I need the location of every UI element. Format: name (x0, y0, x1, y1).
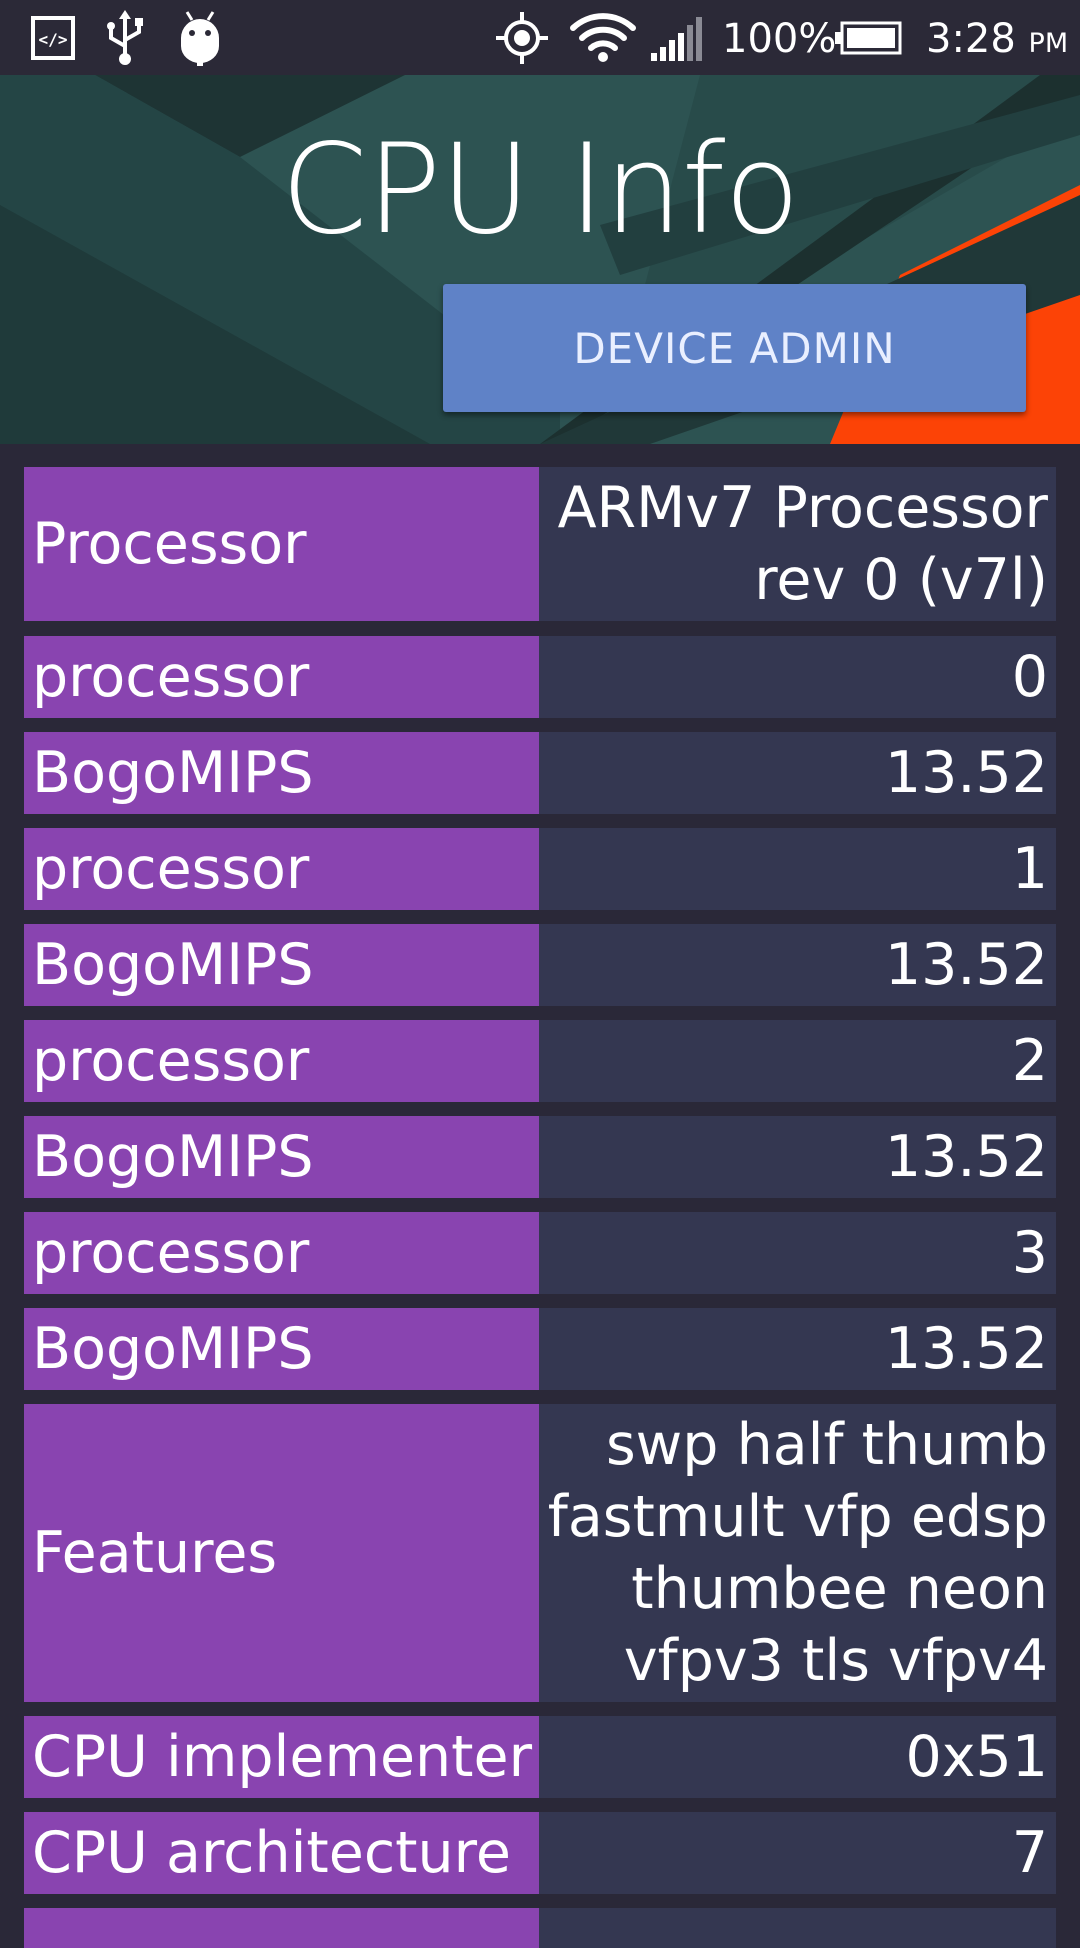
row-label: processor (24, 1212, 539, 1294)
battery-icon (834, 0, 904, 75)
row-value: 0x51 (539, 1716, 1056, 1798)
status-time-suffix: PM (1028, 28, 1069, 59)
row-label: BogoMIPS (24, 732, 539, 814)
svg-text:</>: </> (39, 30, 68, 49)
device-admin-button[interactable]: DEVICE ADMIN (443, 284, 1026, 412)
header-banner: CPU Info DEVICE ADMIN (0, 75, 1080, 444)
row-value: 13.52 (539, 732, 1056, 814)
usb-icon (100, 0, 150, 75)
row-value: 13.52 (539, 1308, 1056, 1390)
table-row-partial (24, 1908, 1056, 1948)
row-value: 13.52 (539, 1116, 1056, 1198)
gps-locate-icon (494, 0, 550, 75)
table-row: BogoMIPS 13.52 (24, 924, 1056, 1006)
row-label: Features (24, 1404, 539, 1702)
table-row: processor 3 (24, 1212, 1056, 1294)
row-label: CPU architecture (24, 1812, 539, 1894)
row-value: 13.52 (539, 924, 1056, 1006)
row-label: BogoMIPS (24, 924, 539, 1006)
table-row: processor 0 (24, 636, 1056, 718)
row-label: processor (24, 636, 539, 718)
table-row: processor 1 (24, 828, 1056, 910)
row-label: BogoMIPS (24, 1308, 539, 1390)
row-label: processor (24, 1020, 539, 1102)
row-label: processor (24, 828, 539, 910)
row-value: 7 (539, 1812, 1056, 1894)
table-row: BogoMIPS 13.52 (24, 732, 1056, 814)
table-row: CPU architecture 7 (24, 1812, 1056, 1894)
row-value: 0 (539, 636, 1056, 718)
row-value: 3 (539, 1212, 1056, 1294)
row-label: Processor (24, 467, 539, 621)
row-value: ARMv7 Processor rev 0 (v7l) (539, 467, 1056, 621)
cell-signal-icon (648, 0, 706, 75)
battery-percent: 100% (722, 16, 837, 62)
table-row: Processor ARMv7 Processor rev 0 (v7l) (24, 467, 1056, 621)
table-row: BogoMIPS 13.52 (24, 1116, 1056, 1198)
status-bar: </> 100% 3:28 PM (0, 0, 1080, 75)
row-label: BogoMIPS (24, 1116, 539, 1198)
android-debug-icon (174, 0, 226, 75)
app-title: CPU Info (280, 118, 800, 262)
row-value: swp half thumb fastmult vfp edsp thumbee… (539, 1404, 1056, 1702)
table-row: BogoMIPS 13.52 (24, 1308, 1056, 1390)
table-row: CPU implementer 0x51 (24, 1716, 1056, 1798)
table-row: processor 2 (24, 1020, 1056, 1102)
status-time-value: 3:28 (926, 16, 1016, 62)
row-value (539, 1908, 1056, 1948)
row-label (24, 1908, 539, 1948)
row-value: 1 (539, 828, 1056, 910)
dev-code-icon: </> (28, 0, 78, 75)
wifi-icon (568, 0, 638, 75)
table-row: Features swp half thumb fastmult vfp eds… (24, 1404, 1056, 1702)
status-time: 3:28 PM (926, 0, 1068, 75)
row-label: CPU implementer (24, 1716, 539, 1798)
row-value: 2 (539, 1020, 1056, 1102)
